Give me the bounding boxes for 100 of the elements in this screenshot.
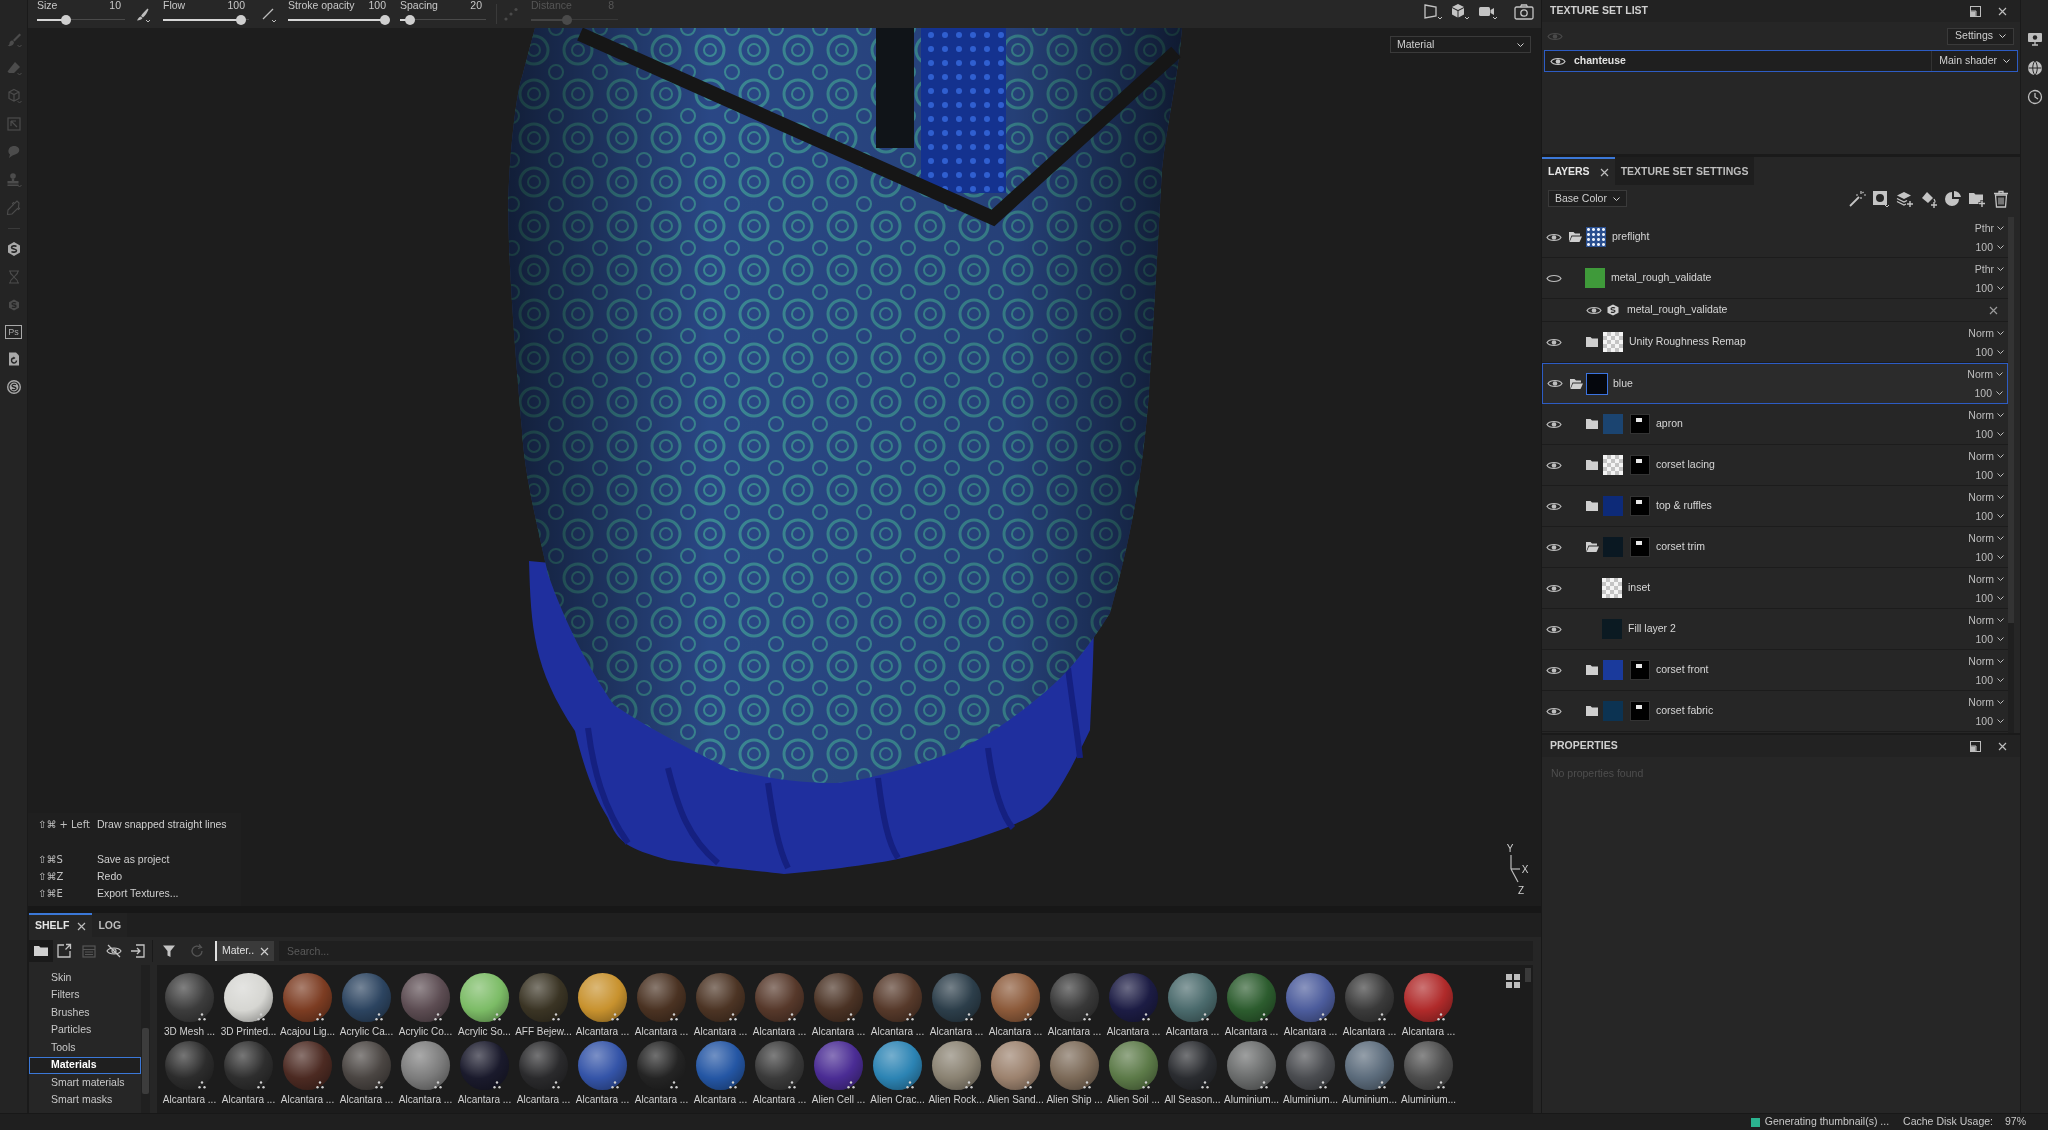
- blend-mode-dropdown[interactable]: Norm: [1968, 572, 2004, 585]
- channel-dropdown[interactable]: Base Color: [1548, 190, 1627, 207]
- line-icon[interactable]: [261, 7, 277, 23]
- material-thumbnail[interactable]: [224, 1041, 273, 1090]
- add-layer-icon[interactable]: [1896, 190, 1914, 208]
- opacity-dropdown[interactable]: 100: [1974, 387, 2003, 399]
- close-icon[interactable]: [77, 921, 87, 931]
- monitor-icon[interactable]: [2026, 31, 2043, 47]
- opacity-dropdown[interactable]: 100: [1975, 427, 2004, 440]
- blend-mode-dropdown[interactable]: Norm: [1968, 449, 2004, 462]
- filter-icon[interactable]: [162, 944, 176, 958]
- search-field[interactable]: Search...: [279, 941, 1533, 961]
- settings-dropdown[interactable]: Settings: [1947, 27, 2014, 45]
- material-thumbnail[interactable]: [755, 973, 804, 1022]
- material-thumbnail[interactable]: [1168, 1041, 1217, 1090]
- material-thumbnail[interactable]: [1109, 1041, 1158, 1090]
- material-thumbnail[interactable]: [1345, 973, 1394, 1022]
- magic-wand-icon[interactable]: [1848, 190, 1866, 208]
- material-thumbnail[interactable]: [519, 973, 568, 1022]
- material-thumbnail[interactable]: [1050, 1041, 1099, 1090]
- eye-icon[interactable]: [1546, 336, 1562, 348]
- slider-track[interactable]: [37, 15, 125, 25]
- slider-track[interactable]: [288, 15, 390, 25]
- eye-outline-icon[interactable]: [1546, 272, 1562, 284]
- material-thumbnail[interactable]: [873, 1041, 922, 1090]
- eye-icon[interactable]: [1546, 664, 1562, 676]
- slider-track[interactable]: [163, 15, 249, 25]
- view-dropdown[interactable]: Material: [1390, 36, 1531, 53]
- opacity-dropdown[interactable]: 100: [1975, 632, 2004, 645]
- folder-icon[interactable]: [1585, 459, 1599, 471]
- brush-tip-icon[interactable]: [135, 7, 151, 23]
- material-thumbnail[interactable]: [460, 973, 509, 1022]
- close-icon[interactable]: [1998, 6, 2007, 16]
- category-item[interactable]: Filters: [29, 986, 141, 1004]
- eye-icon[interactable]: [1546, 231, 1562, 243]
- material-thumbnail[interactable]: [932, 973, 981, 1022]
- material-thumbnail[interactable]: [401, 973, 450, 1022]
- material-thumbnail[interactable]: [1050, 973, 1099, 1022]
- camera-icon[interactable]: [1514, 3, 1534, 21]
- eye-icon[interactable]: [1547, 378, 1563, 389]
- opacity-dropdown[interactable]: 100: [1975, 281, 2004, 294]
- material-thumbnail[interactable]: [342, 973, 391, 1022]
- material-thumbnail[interactable]: [1168, 973, 1217, 1022]
- close-icon[interactable]: [260, 946, 270, 956]
- blend-mode-dropdown[interactable]: Norm: [1968, 613, 2004, 626]
- material-thumbnail[interactable]: [814, 1041, 863, 1090]
- window-icon[interactable]: [1970, 740, 1981, 752]
- import-icon[interactable]: [130, 943, 146, 959]
- blend-mode-dropdown[interactable]: Norm: [1968, 408, 2004, 421]
- close-icon[interactable]: [1989, 305, 1998, 315]
- pie-icon[interactable]: [1944, 190, 1962, 208]
- grid-view-icon[interactable]: [1506, 974, 1520, 988]
- opacity-dropdown[interactable]: 100: [1975, 673, 2004, 686]
- eye-icon[interactable]: [1546, 541, 1562, 553]
- eye-icon[interactable]: [1546, 418, 1562, 430]
- close-icon[interactable]: [1599, 167, 1609, 177]
- clock-icon[interactable]: [2026, 89, 2043, 105]
- opacity-dropdown[interactable]: 100: [1975, 509, 2004, 522]
- material-thumbnail[interactable]: [991, 1041, 1040, 1090]
- blend-mode-dropdown[interactable]: Norm: [1968, 326, 2004, 339]
- folder-icon[interactable]: [1585, 418, 1599, 430]
- panel-tab[interactable]: TEXTURE SET SETTINGS: [1614, 157, 1755, 185]
- eye-icon[interactable]: [1586, 304, 1602, 316]
- material-thumbnail[interactable]: [342, 1041, 391, 1090]
- paint-bucket-icon[interactable]: [1920, 190, 1938, 208]
- panel-tab[interactable]: SHELF: [29, 913, 93, 937]
- material-thumbnail[interactable]: [578, 1041, 627, 1090]
- eye-icon[interactable]: [1546, 582, 1562, 594]
- eye-off-icon[interactable]: [106, 943, 122, 959]
- texture-set-row[interactable]: chanteuse Main shader: [1544, 50, 2018, 72]
- blend-mode-dropdown[interactable]: Pthr: [1974, 221, 2004, 234]
- material-thumbnail[interactable]: [814, 973, 863, 1022]
- shader-dropdown[interactable]: Main shader: [1931, 51, 2017, 71]
- scrollbar-thumb[interactable]: [2008, 217, 2014, 623]
- category-item[interactable]: Smart materials: [29, 1074, 141, 1092]
- blend-mode-dropdown[interactable]: Pthr: [1974, 262, 2004, 275]
- frame-icon[interactable]: [1423, 3, 1443, 21]
- eye-icon[interactable]: [1546, 705, 1562, 717]
- opacity-dropdown[interactable]: 100: [1975, 240, 2004, 253]
- globe-icon[interactable]: [2026, 60, 2043, 76]
- window-icon[interactable]: [1970, 5, 1981, 17]
- open-folder-icon[interactable]: [1568, 231, 1582, 243]
- eye-icon[interactable]: [1546, 623, 1562, 635]
- category-item[interactable]: Skin: [29, 969, 141, 987]
- blend-mode-dropdown[interactable]: Norm: [1967, 368, 2003, 380]
- opacity-dropdown[interactable]: 100: [1975, 468, 2004, 481]
- category-item[interactable]: Tools: [29, 1039, 141, 1057]
- folder-icon[interactable]: [1585, 705, 1599, 717]
- material-thumbnail[interactable]: [991, 973, 1040, 1022]
- material-thumbnail[interactable]: [696, 1041, 745, 1090]
- blend-mode-dropdown[interactable]: Norm: [1968, 695, 2004, 708]
- category-item[interactable]: Smart masks: [29, 1091, 141, 1109]
- opacity-dropdown[interactable]: 100: [1975, 714, 2004, 727]
- scrollbar-thumb[interactable]: [1525, 968, 1531, 982]
- material-thumbnail[interactable]: [1286, 973, 1335, 1022]
- material-thumbnail[interactable]: [283, 973, 332, 1022]
- material-thumbnail[interactable]: [1404, 1041, 1453, 1090]
- slider-thumb[interactable]: [235, 15, 246, 25]
- close-icon[interactable]: [1998, 741, 2007, 751]
- folder-icon[interactable]: [1585, 336, 1599, 348]
